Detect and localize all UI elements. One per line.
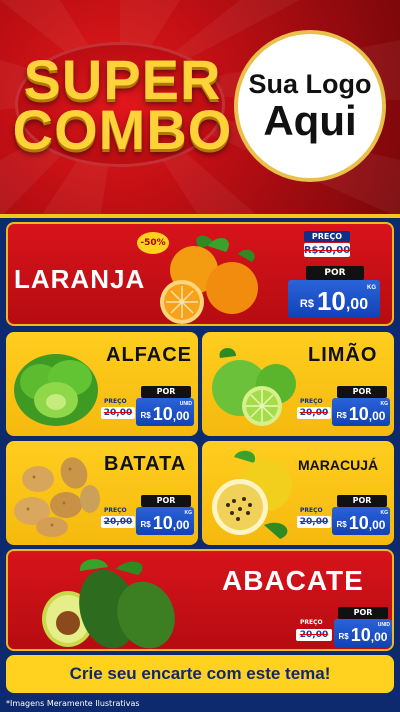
old-price-value: 20,00 xyxy=(299,408,329,418)
new-price: R$ 10 ,00 KG xyxy=(332,507,390,535)
por-label: POR xyxy=(306,266,364,280)
preco-label: PREÇO xyxy=(104,507,127,514)
por-label: POR xyxy=(141,495,191,507)
lettuce-icon xyxy=(14,354,98,426)
price-integer: 10 xyxy=(350,625,371,645)
old-price: 20,00 xyxy=(296,629,332,641)
lime-icon xyxy=(212,347,296,426)
header: SUPER COMBO Sua Logo Aqui xyxy=(0,0,400,218)
title-line-2: COMBO xyxy=(12,98,233,161)
cta-banner[interactable]: Crie seu encarte com este tema! xyxy=(6,655,394,693)
preco-label: PREÇO xyxy=(300,619,323,626)
product-card-abacate[interactable]: ABACATE POR PREÇO 20,00 R$ 10 ,00 UNID xyxy=(6,549,394,651)
price-integer: 10 xyxy=(152,404,173,424)
price-unit: UNID xyxy=(377,622,390,628)
por-label: POR xyxy=(337,495,387,507)
product-name: ABACATE xyxy=(222,565,364,596)
currency: R$ xyxy=(336,411,347,420)
old-price: 20,00 xyxy=(101,407,135,419)
new-price: R$ 10 ,00 KG xyxy=(332,398,390,426)
product-name: ALFACE xyxy=(106,344,192,366)
price-unit: KG xyxy=(380,401,389,407)
product-card-laranja[interactable]: LARANJA PREÇO R$20,00 POR R$ 10 ,00 KG xyxy=(6,222,394,326)
product-card-alface[interactable]: ALFACE POR PREÇO 20,00 R$ 10 ,00 UNID xyxy=(6,332,198,436)
product-name: LIMÃO xyxy=(308,344,378,366)
preco-label: PREÇO xyxy=(104,398,127,405)
price-decimal: ,00 xyxy=(345,296,369,313)
new-price: R$ 10 ,00 UNID xyxy=(136,398,194,426)
currency: R$ xyxy=(140,520,151,529)
por-label: POR xyxy=(338,607,388,619)
price-unit: UNID xyxy=(179,401,192,407)
footnote: *Imagens Meramente Ilustrativas xyxy=(6,699,140,708)
price-integer: 10 xyxy=(348,513,369,533)
logo-text-line-2: Aqui xyxy=(263,97,357,144)
currency: R$ xyxy=(336,520,347,529)
new-price: R$ 10 ,00 UNID xyxy=(334,619,392,647)
price-decimal: ,00 xyxy=(172,518,190,532)
preco-label: PREÇO xyxy=(300,398,323,405)
discount-badge: -50% xyxy=(137,232,169,254)
old-price-value: 20,00 xyxy=(103,408,133,418)
new-price: R$ 10 ,00 KG xyxy=(288,280,380,318)
preco-label: PREÇO xyxy=(300,507,323,514)
product-name: MARACUJÁ xyxy=(298,457,379,473)
product-name: LARANJA xyxy=(14,264,146,294)
old-price: R$20,00 xyxy=(304,243,350,257)
price-decimal: ,00 xyxy=(172,409,190,423)
product-card-batata[interactable]: BATATA POR PREÇO 20,00 R$ 10 ,00 KG xyxy=(6,441,198,545)
product-card-limao[interactable]: LIMÃO POR PREÇO 20,00 R$ 10 ,00 KG xyxy=(202,332,394,436)
passion-fruit-icon xyxy=(212,450,292,539)
currency: R$ xyxy=(140,411,151,420)
product-name: BATATA xyxy=(104,453,187,475)
logo-placeholder[interactable]: Sua Logo Aqui xyxy=(234,30,386,182)
preco-label: PREÇO xyxy=(304,231,350,242)
old-price-value: 20,00 xyxy=(103,517,133,527)
old-price: 20,00 xyxy=(297,516,331,528)
price-decimal: ,00 xyxy=(368,518,386,532)
price-integer: 10 xyxy=(316,286,346,316)
avocado-icon xyxy=(42,559,175,649)
old-price-value: 20,00 xyxy=(299,517,329,527)
price-decimal: ,00 xyxy=(370,630,388,644)
currency: R$ xyxy=(299,298,314,310)
old-price-value: R$20,00 xyxy=(303,244,351,256)
old-price: 20,00 xyxy=(101,516,135,528)
old-price: 20,00 xyxy=(297,407,331,419)
currency: R$ xyxy=(338,632,349,641)
price-integer: 10 xyxy=(348,404,369,424)
por-label: POR xyxy=(141,386,191,398)
por-label: POR xyxy=(337,386,387,398)
page-title: SUPER COMBO xyxy=(10,52,235,161)
price-decimal: ,00 xyxy=(368,409,386,423)
product-card-maracuja[interactable]: MARACUJÁ POR PREÇO 20,00 R$ 10 ,00 KG xyxy=(202,441,394,545)
price-unit: KG xyxy=(367,285,376,291)
logo-text-line-1: Sua Logo xyxy=(248,69,372,99)
price-unit: KG xyxy=(184,510,193,516)
price-unit: KG xyxy=(380,510,389,516)
potato-icon xyxy=(14,457,100,537)
new-price: R$ 10 ,00 KG xyxy=(136,507,194,535)
price-integer: 10 xyxy=(152,513,173,533)
price-box: PREÇO R$20,00 POR R$ 10 ,00 KG xyxy=(284,228,390,324)
old-price-value: 20,00 xyxy=(299,630,329,640)
